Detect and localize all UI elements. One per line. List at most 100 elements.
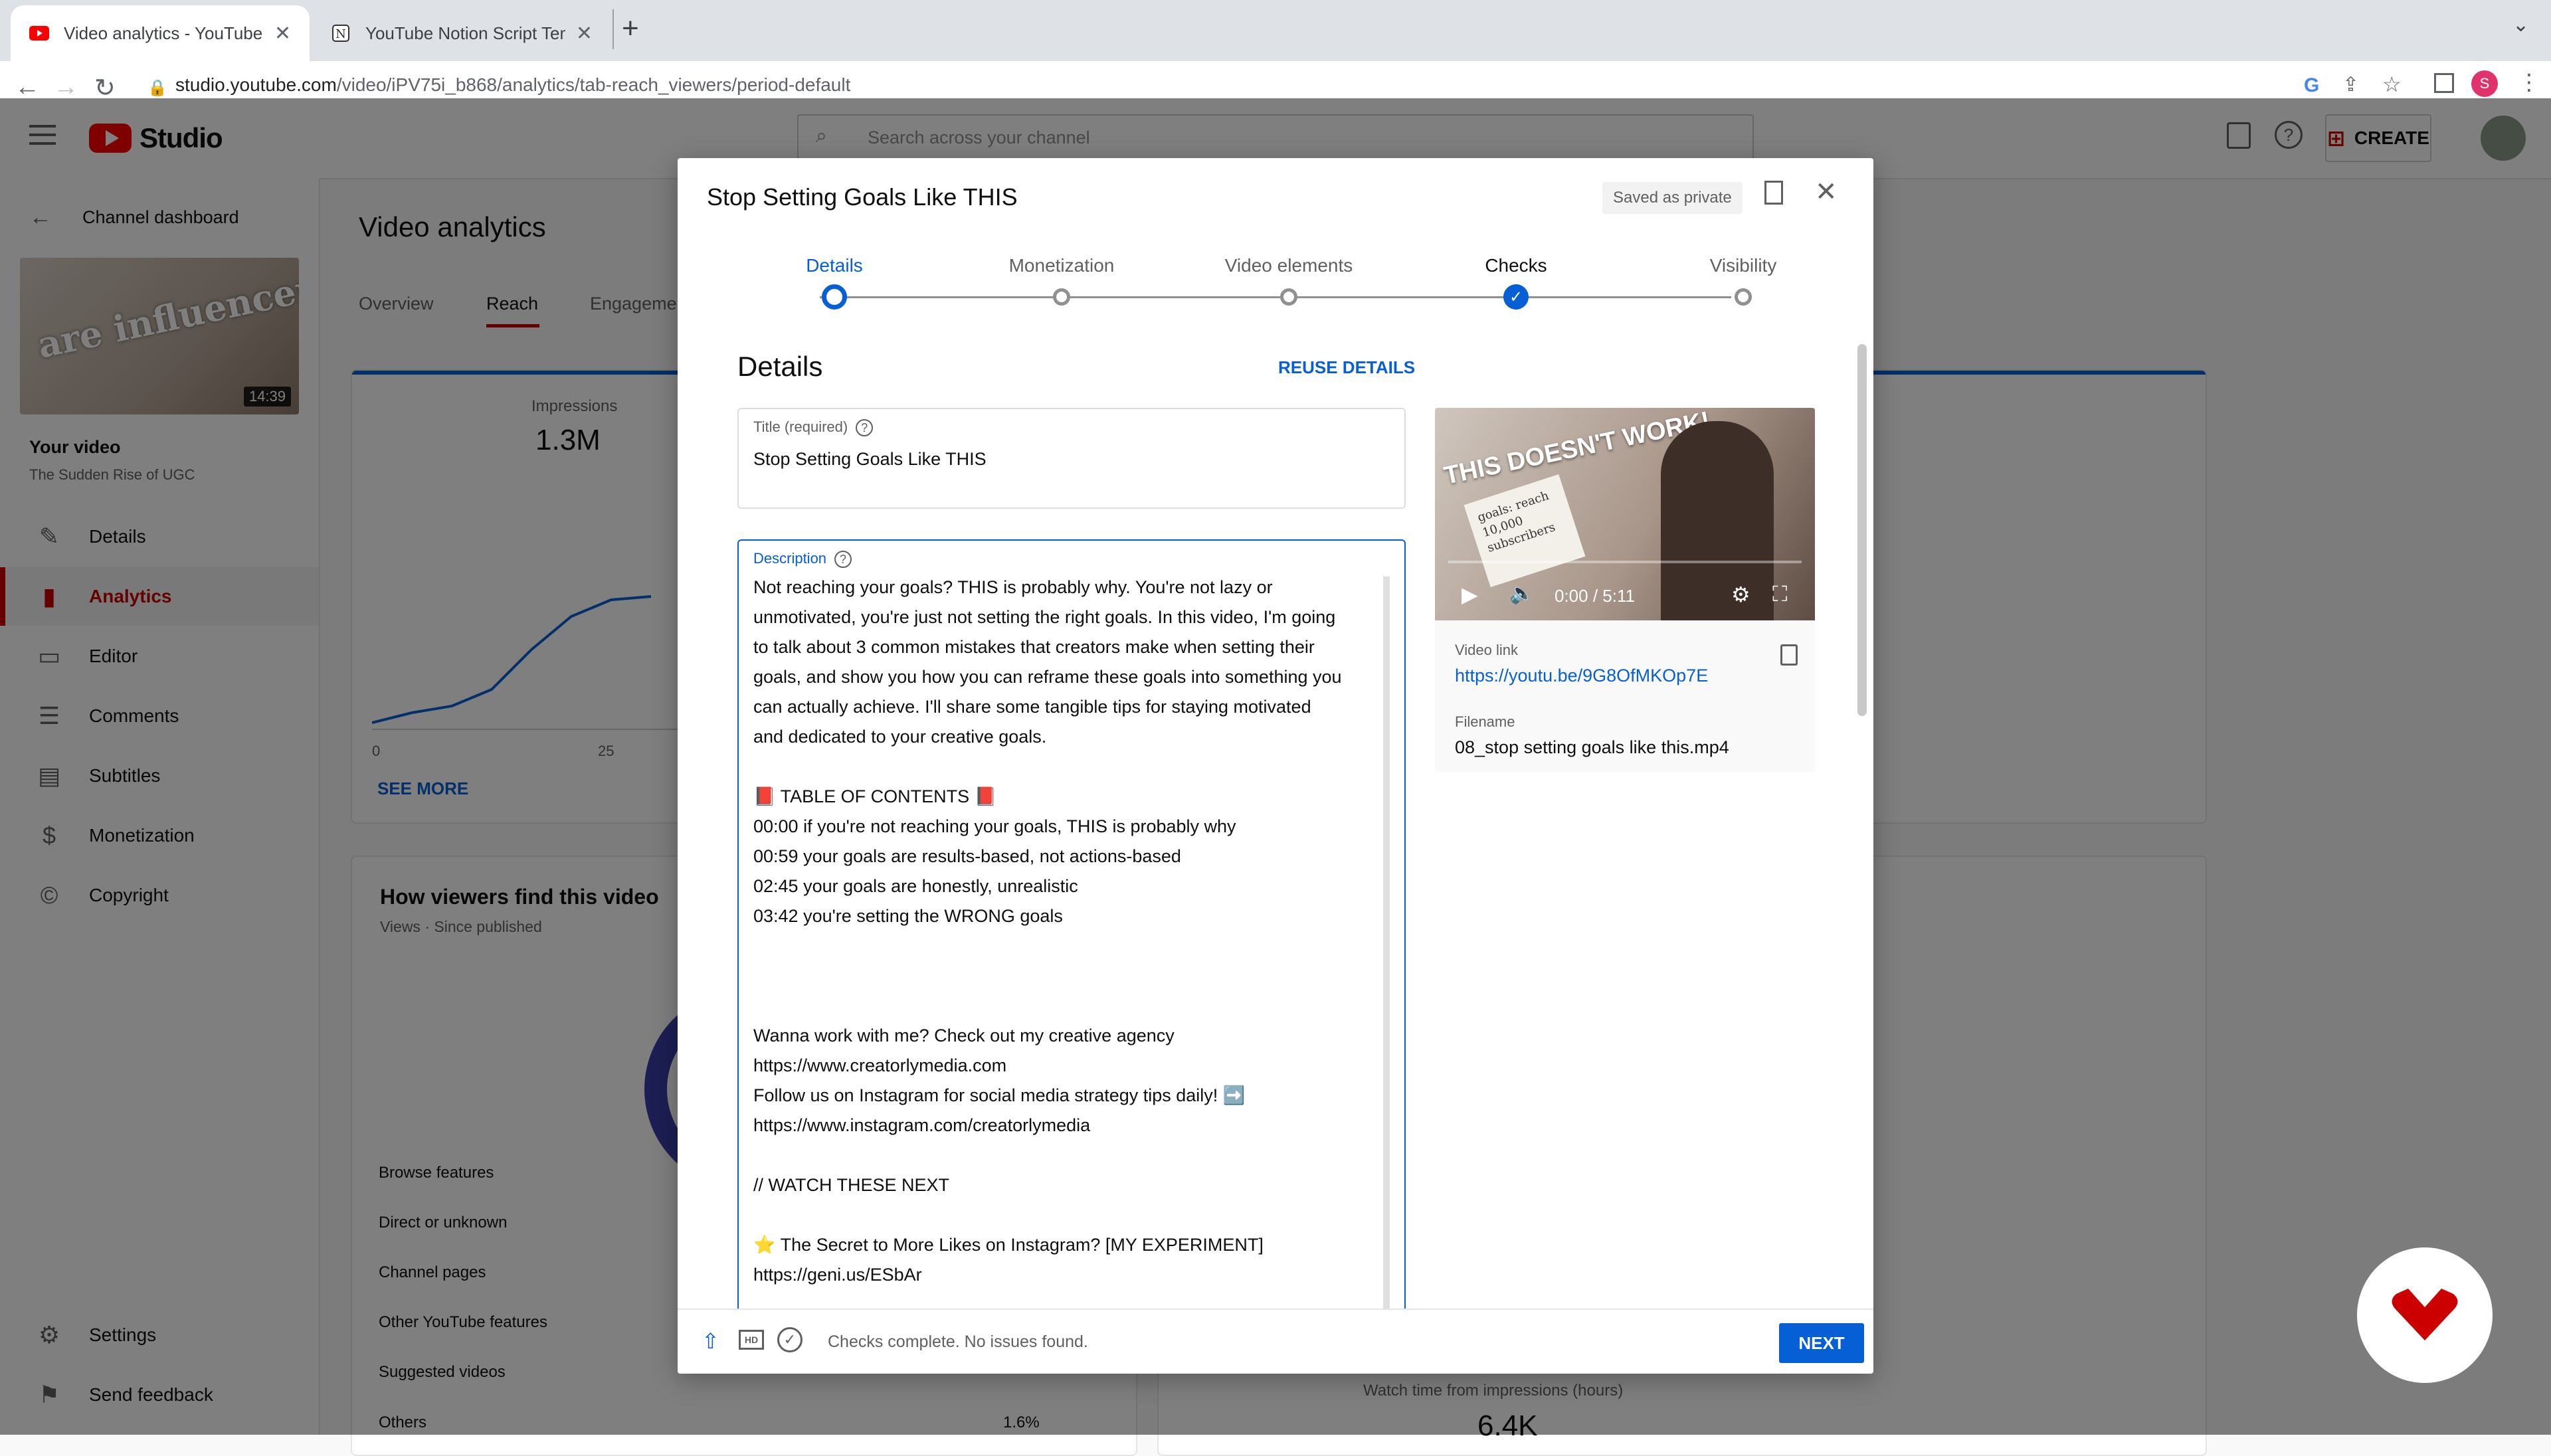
description-line: Wanna work with me? Check out my creativ… [753,1026,1175,1046]
video-link[interactable]: https://youtu.be/9G8OfMKOp7E [1455,666,1708,686]
description-line: https://geni.us/ESbAr [753,1265,922,1285]
corner-logo-badge [2357,1247,2493,1383]
description-line: // WATCH THESE NEXT [753,1175,950,1195]
description-line: 02:45 your goals are honestly, unrealist… [753,876,1078,896]
title-field[interactable]: Title (required)? Stop Setting Goals Lik… [737,408,1406,509]
video-preview-panel: THIS DOESN'T WORK! goals: reach 10,000 s… [1435,408,1815,772]
description-textarea[interactable]: Not reaching your goals? THIS is probabl… [753,573,1384,1290]
lock-icon[interactable]: 🔒 [147,78,167,98]
upload-icon: ⇧ [702,1329,719,1353]
step-video-elements[interactable]: Video elements [1209,255,1369,276]
description-line: unmotivated, you're just not setting the… [753,607,1336,627]
new-tab-plus-icon[interactable]: + [622,12,639,45]
stepper-track [820,296,1731,298]
filename-value: 08_stop setting goals like this.mp4 [1455,737,1729,757]
step-monetization[interactable]: Monetization [982,255,1141,276]
progress-bar[interactable] [1448,561,1802,563]
step-dot[interactable] [1735,288,1752,306]
description-scrollbar[interactable] [1383,577,1390,1374]
step-checks[interactable]: Checks [1436,255,1596,276]
bookmark-star-icon[interactable]: ☆ [2382,72,2402,97]
dialog-scrollbar[interactable] [1857,344,1867,716]
heart-logo-icon [2392,1289,2458,1340]
copy-icon[interactable] [1780,644,1798,666]
notion-favicon-icon: N [331,23,351,43]
tab-title: YouTube Notion Script Template [365,23,565,43]
help-icon[interactable]: ? [834,551,852,569]
profile-avatar[interactable]: S [2471,70,2498,97]
dialog-footer: ⇧ HD ✓ Checks complete. No issues found.… [678,1309,1873,1374]
address-bar[interactable]: studio.youtube.com/video/iPV75i_b868/ana… [175,74,850,96]
description-line: ⭐ The Secret to More Likes on Instagram?… [753,1235,1264,1255]
tab-search-chevron-icon[interactable]: ⌄ [2512,13,2529,37]
person-silhouette [1661,421,1774,620]
notebook-prop: goals: reach 10,000 subscribers [1464,474,1586,587]
kebab-menu-icon[interactable]: ⋮ [2518,69,2540,96]
step-visibility[interactable]: Visibility [1663,255,1823,276]
tab-title: Video analytics - YouTube Studio [64,23,264,43]
description-line: 00:59 your goals are results-based, not … [753,846,1181,866]
tab-notion-template[interactable]: N YouTube Notion Script Template ✕ [312,5,611,61]
hd-icon: HD [739,1330,764,1350]
play-icon[interactable]: ▶ [1462,582,1478,607]
description-line: can actually achieve. I'll share some ta… [753,697,1311,717]
close-icon[interactable]: ✕ [1815,177,1838,207]
title-input[interactable]: Stop Setting Goals Like THIS [753,449,987,470]
video-link-label: Video link [1455,642,1518,658]
back-arrow-icon[interactable]: ← [15,73,40,102]
step-dot[interactable] [1280,288,1297,306]
report-feedback-icon[interactable] [1764,181,1783,205]
side-panel-icon[interactable] [2434,73,2454,93]
fullscreen-icon[interactable]: ⛶ [1772,582,1787,607]
description-line: Follow us on Instagram for social media … [753,1085,1246,1105]
dialog-title: Stop Setting Goals Like THIS [707,183,1018,211]
description-line [753,752,1384,782]
description-label-wrap: Description? [753,550,852,569]
step-dot[interactable] [1053,288,1070,306]
description-line: https://www.instagram.com/creatorlymedia [753,1115,1091,1135]
upload-details-dialog: Stop Setting Goals Like THIS Saved as pr… [678,158,1873,1374]
description-line [753,961,1384,991]
description-line [753,1140,1384,1170]
forward-arrow-icon[interactable]: → [53,73,78,102]
title-label: Title (required) [753,418,848,435]
description-line: and dedicated to your creative goals. [753,727,1047,747]
reuse-details-button[interactable]: REUSE DETAILS [1278,357,1415,378]
description-line: 📕 TABLE OF CONTENTS 📕 [753,786,997,806]
description-line: goals, and show you how you can reframe … [753,667,1342,687]
description-line: 00:00 if you're not reaching your goals,… [753,816,1236,836]
video-player[interactable]: THIS DOESN'T WORK! goals: reach 10,000 s… [1435,408,1815,620]
next-button[interactable]: NEXT [1779,1323,1864,1363]
saved-status-badge: Saved as private [1602,182,1743,214]
checks-icon: ✓ [777,1327,803,1352]
browser-tab-strip: Video analytics - YouTube Studio ✕ N You… [0,0,2551,61]
share-icon[interactable]: ⇪ [2342,73,2359,96]
tab-close-icon[interactable]: ✕ [576,22,593,45]
description-line [753,1200,1384,1230]
description-line [753,931,1384,961]
settings-gear-icon[interactable]: ⚙ [1731,582,1750,607]
step-dot-current[interactable] [822,284,847,310]
google-icon[interactable]: G [2304,74,2319,97]
tab-close-icon[interactable]: ✕ [274,22,291,45]
description-label: Description [753,550,827,567]
description-line [753,991,1384,1021]
volume-icon[interactable]: 🔈 [1509,582,1534,605]
description-line: Not reaching your goals? THIS is probabl… [753,577,1273,597]
step-check-icon[interactable]: ✓ [1503,284,1529,310]
description-line: 03:42 you're setting the WRONG goals [753,906,1063,926]
help-icon[interactable]: ? [856,419,874,437]
description-field[interactable]: Description? Not reaching your goals? TH… [737,539,1406,1374]
section-title: Details [737,351,823,382]
title-label-wrap: Title (required)? [753,418,874,437]
tab-video-analytics[interactable]: Video analytics - YouTube Studio ✕ [11,5,310,61]
url-path: /video/iPV75i_b868/analytics/tab-reach_v… [336,74,851,95]
youtube-favicon-icon [29,23,49,43]
svg-text:N: N [335,27,346,41]
checks-status: Checks complete. No issues found. [828,1332,1088,1351]
step-details[interactable]: Details [755,255,914,276]
time-display: 0:00 / 5:11 [1555,586,1635,606]
description-line: to talk about 3 common mistakes that cre… [753,637,1315,657]
url-host: studio.youtube.com [175,74,337,95]
tab-divider [613,9,614,49]
